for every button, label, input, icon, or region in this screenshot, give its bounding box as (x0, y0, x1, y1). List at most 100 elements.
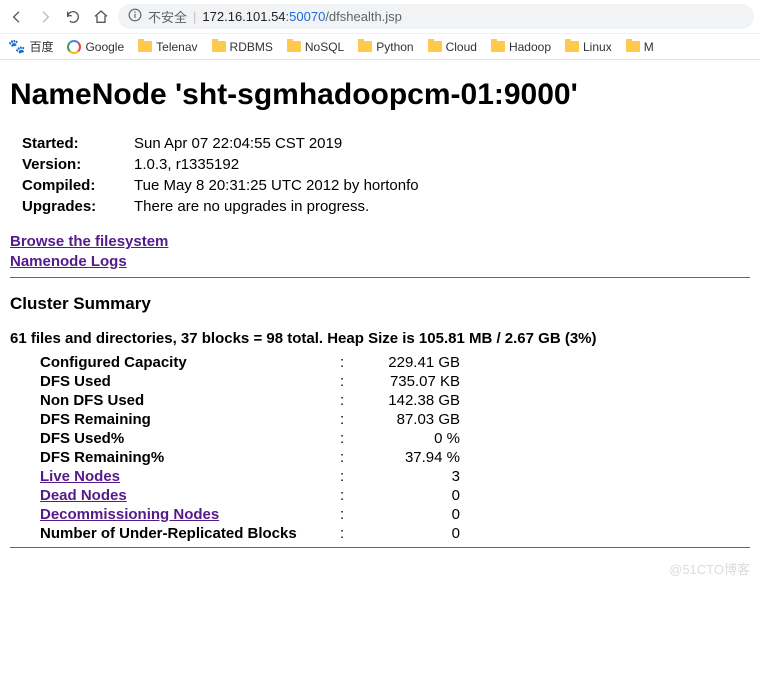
browse-filesystem-link[interactable]: Browse the filesystem (10, 232, 750, 252)
bookmark-item[interactable]: Google (67, 40, 124, 54)
metric-label: Decommissioning Nodes (40, 505, 340, 524)
metric-value: 142.38 GB (370, 391, 460, 410)
metric-label: DFS Used (40, 372, 340, 391)
namenode-info: Started: Sun Apr 07 22:04:55 CST 2019 Ve… (20, 132, 427, 218)
bookmark-item[interactable]: Cloud (428, 40, 477, 54)
metric-colon: : (340, 505, 370, 524)
metric-value: 0 (370, 486, 460, 505)
metric-value: 3 (370, 467, 460, 486)
bookmark-item[interactable]: 🐾百度 (8, 38, 53, 55)
metric-row: Configured Capacity:229.41 GB (40, 353, 460, 372)
metric-label: Configured Capacity (40, 353, 340, 372)
watermark: @51CTO博客 (669, 559, 750, 578)
metric-label: Number of Under-Replicated Blocks (40, 524, 340, 543)
insecure-label: 不安全 (148, 7, 187, 26)
address-bar[interactable]: 不安全 | 172.16.101.54:50070/dfshealth.jsp (118, 4, 754, 29)
metric-label: Live Nodes (40, 467, 340, 486)
bookmark-item[interactable]: RDBMS (212, 40, 273, 54)
metric-value: 0 (370, 505, 460, 524)
metric-colon: : (340, 353, 370, 372)
info-icon (128, 8, 142, 25)
metric-label: Non DFS Used (40, 391, 340, 410)
folder-icon (212, 41, 226, 52)
metric-link[interactable]: Dead Nodes (40, 487, 127, 504)
compiled-label: Compiled: (22, 176, 132, 195)
metric-value: 229.41 GB (370, 353, 460, 372)
version-label: Version: (22, 155, 132, 174)
reload-button[interactable] (62, 6, 84, 28)
metric-value: 87.03 GB (370, 410, 460, 429)
metric-colon: : (340, 486, 370, 505)
metric-row: DFS Used%:0 % (40, 429, 460, 448)
metric-colon: : (340, 391, 370, 410)
metric-label: DFS Remaining% (40, 448, 340, 467)
upgrades-label: Upgrades: (22, 197, 132, 216)
metric-label: DFS Used% (40, 429, 340, 448)
google-icon (67, 40, 81, 54)
bookmarks-bar: 🐾百度 Google Telenav RDBMS NoSQL Python Cloud Had… (0, 34, 760, 60)
bookmark-label: NoSQL (305, 40, 344, 54)
cluster-summary-line: 61 files and directories, 37 blocks = 98… (10, 330, 750, 347)
bookmark-item[interactable]: Linux (565, 40, 612, 54)
bookmark-item[interactable]: Telenav (138, 40, 197, 54)
bookmark-label: Google (85, 40, 124, 54)
started-label: Started: (22, 134, 132, 153)
folder-icon (491, 41, 505, 52)
cluster-summary-heading: Cluster Summary (10, 294, 750, 314)
metric-value: 735.07 KB (370, 372, 460, 391)
bookmark-label: Cloud (446, 40, 477, 54)
metric-value: 0 % (370, 429, 460, 448)
divider-bottom (10, 547, 750, 548)
metric-row: Dead Nodes:0 (40, 486, 460, 505)
bookmark-label: RDBMS (230, 40, 273, 54)
baidu-icon: 🐾 (8, 38, 25, 55)
divider (10, 277, 750, 278)
nav-back-button[interactable] (6, 6, 28, 28)
url-text: 172.16.101.54:50070/dfshealth.jsp (202, 9, 402, 24)
bookmark-item[interactable]: M (626, 40, 654, 54)
metric-row: DFS Used:735.07 KB (40, 372, 460, 391)
metric-link[interactable]: Live Nodes (40, 468, 120, 485)
browser-toolbar: 不安全 | 172.16.101.54:50070/dfshealth.jsp (0, 0, 760, 34)
metric-colon: : (340, 410, 370, 429)
bookmark-item[interactable]: Python (358, 40, 413, 54)
folder-icon (138, 41, 152, 52)
bookmark-label: Linux (583, 40, 612, 54)
bookmark-label: Python (376, 40, 413, 54)
folder-icon (565, 41, 579, 52)
bookmark-item[interactable]: Hadoop (491, 40, 551, 54)
upgrades-value: There are no upgrades in progress. (134, 197, 425, 216)
folder-icon (358, 41, 372, 52)
bookmark-label: 百度 (29, 38, 53, 55)
cluster-metrics-table: Configured Capacity:229.41 GBDFS Used:73… (40, 353, 460, 543)
metric-row: Non DFS Used:142.38 GB (40, 391, 460, 410)
bookmark-label: M (644, 40, 654, 54)
compiled-value: Tue May 8 20:31:25 UTC 2012 by hortonfo (134, 176, 425, 195)
address-divider: | (193, 9, 196, 24)
metric-colon: : (340, 448, 370, 467)
metric-link[interactable]: Decommissioning Nodes (40, 506, 219, 523)
page-title: NameNode 'sht-sgmhadoopcm-01:9000' (10, 78, 750, 112)
metric-colon: : (340, 372, 370, 391)
metric-row: Decommissioning Nodes:0 (40, 505, 460, 524)
folder-icon (287, 41, 301, 52)
bookmark-label: Hadoop (509, 40, 551, 54)
metric-row: Number of Under-Replicated Blocks:0 (40, 524, 460, 543)
metric-colon: : (340, 467, 370, 486)
metric-label: DFS Remaining (40, 410, 340, 429)
nav-forward-button[interactable] (34, 6, 56, 28)
bookmark-label: Telenav (156, 40, 197, 54)
namenode-logs-link[interactable]: Namenode Logs (10, 252, 750, 272)
home-button[interactable] (90, 6, 112, 28)
started-value: Sun Apr 07 22:04:55 CST 2019 (134, 134, 425, 153)
version-value: 1.0.3, r1335192 (134, 155, 425, 174)
metric-row: DFS Remaining:87.03 GB (40, 410, 460, 429)
metric-colon: : (340, 429, 370, 448)
bookmark-item[interactable]: NoSQL (287, 40, 344, 54)
metric-row: DFS Remaining%:37.94 % (40, 448, 460, 467)
metric-value: 37.94 % (370, 448, 460, 467)
metric-value: 0 (370, 524, 460, 543)
page-content: NameNode 'sht-sgmhadoopcm-01:9000' Start… (0, 60, 760, 584)
metric-label: Dead Nodes (40, 486, 340, 505)
folder-icon (428, 41, 442, 52)
